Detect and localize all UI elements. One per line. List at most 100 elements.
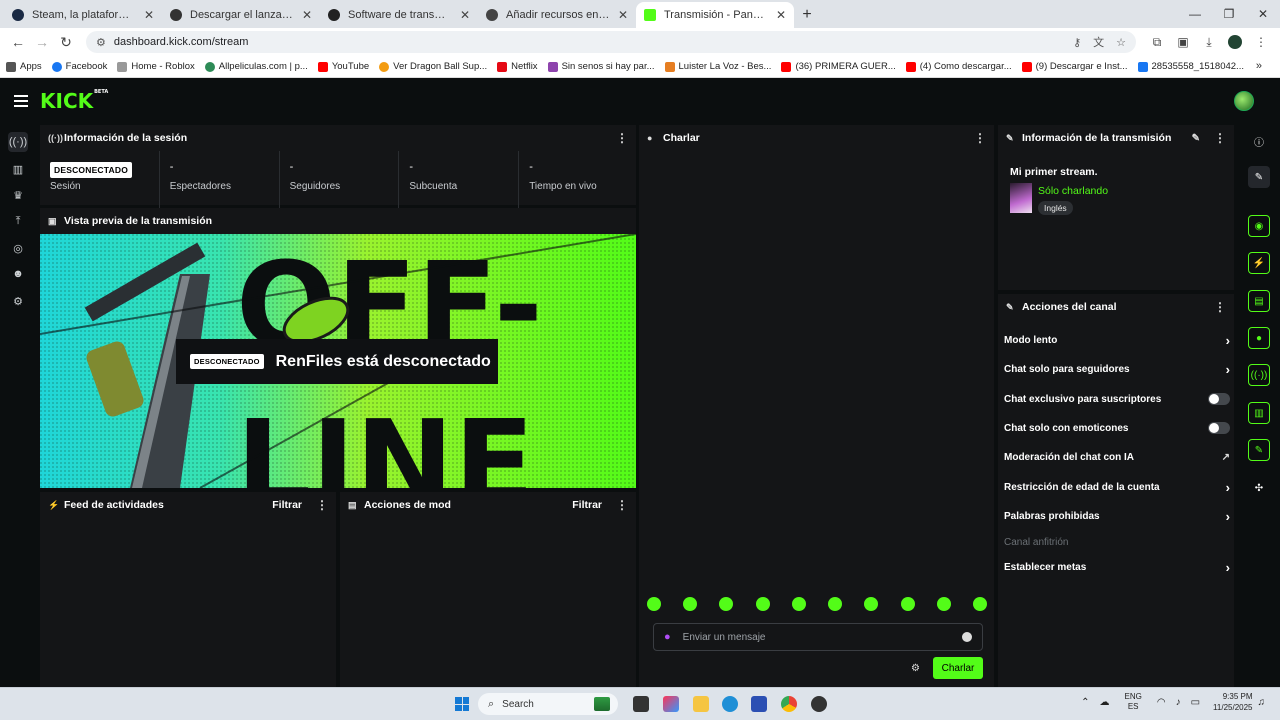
- target-icon[interactable]: ◉: [1248, 215, 1270, 237]
- action-banned-words[interactable]: Palabras prohibidas ›: [1004, 506, 1230, 526]
- bookmark[interactable]: Sin senos si hay par...: [547, 61, 655, 72]
- restore-icon[interactable]: ❐: [1212, 0, 1246, 28]
- settings-icon[interactable]: ⚙: [8, 291, 28, 311]
- filter-button[interactable]: Filtrar: [272, 499, 302, 511]
- action-ai-moderation[interactable]: Moderación del chat con IA ↗: [1004, 447, 1230, 467]
- password-key-icon[interactable]: ⚷: [1073, 36, 1081, 49]
- wifi-icon[interactable]: ◠: [1157, 697, 1166, 708]
- windows-start-icon[interactable]: [455, 697, 469, 711]
- kebab-menu-icon[interactable]: ⋮: [1214, 131, 1226, 145]
- emote-icon[interactable]: [647, 597, 661, 611]
- browser-menu-icon[interactable]: ⋮: [1248, 35, 1274, 49]
- send-chat-button[interactable]: Charlar: [933, 657, 983, 679]
- translate-icon[interactable]: 文: [1093, 34, 1104, 50]
- close-tab-icon[interactable]: ✕: [776, 8, 786, 22]
- kebab-menu-icon[interactable]: ⋮: [616, 498, 628, 512]
- emote-icon[interactable]: [828, 597, 843, 611]
- forward-icon[interactable]: →: [30, 30, 54, 54]
- edit-pencil-icon[interactable]: ✎: [1192, 133, 1200, 144]
- action-followers-only[interactable]: Chat solo para seguidores ›: [1004, 359, 1230, 379]
- emotes-only-toggle[interactable]: [1208, 422, 1230, 434]
- browser-tab-active[interactable]: Transmisión - Panel de control d ✕: [636, 2, 794, 28]
- action-set-goals[interactable]: Establecer metas ›: [1004, 557, 1230, 577]
- back-icon[interactable]: ←: [6, 30, 30, 54]
- kebab-menu-icon[interactable]: ⋮: [316, 498, 328, 512]
- upload-icon[interactable]: ⤒: [8, 211, 28, 231]
- emote-icon[interactable]: [936, 597, 951, 611]
- close-tab-icon[interactable]: ✕: [144, 8, 154, 22]
- browser-tab[interactable]: Descargar el lanzador de Epic G ✕: [162, 2, 320, 28]
- browser-tab[interactable]: Añadir recursos en OBS ✕: [478, 2, 636, 28]
- file-explorer-icon[interactable]: [693, 696, 709, 712]
- edit-icon[interactable]: ✎: [1248, 166, 1270, 188]
- bookmark[interactable]: (36) PRIMERA GUER...: [781, 61, 896, 72]
- browser-tab[interactable]: Software de transmisión abierta ✕: [320, 2, 478, 28]
- lightning-icon[interactable]: ⚡: [1248, 252, 1270, 274]
- stream-broadcast-icon[interactable]: ((·)): [8, 132, 28, 152]
- bookmark[interactable]: Facebook: [51, 61, 107, 72]
- stream-category[interactable]: Sólo charlando: [1038, 185, 1108, 197]
- site-info-icon[interactable]: ⚙: [96, 36, 106, 49]
- bookmark[interactable]: Home - Roblox: [117, 61, 195, 72]
- browser-tab[interactable]: Steam, la plataforma de juegos ✕: [4, 2, 162, 28]
- close-tab-icon[interactable]: ✕: [460, 8, 470, 22]
- taskbar-search[interactable]: ⌕ Search: [478, 693, 618, 715]
- notifications-icon[interactable]: ♫: [1258, 697, 1266, 708]
- emote-icon[interactable]: [864, 597, 879, 611]
- user-avatar[interactable]: [1234, 91, 1254, 111]
- emote-icon[interactable]: [972, 597, 987, 611]
- camera-icon[interactable]: ◎: [8, 238, 28, 258]
- emote-icon[interactable]: [683, 597, 698, 611]
- reload-icon[interactable]: ↻: [54, 30, 78, 54]
- bookmark[interactable]: (4) Como descargar...: [905, 61, 1012, 72]
- wrench-icon[interactable]: ✎: [1248, 439, 1270, 461]
- store-icon[interactable]: [751, 696, 767, 712]
- bookmark[interactable]: Allpeliculas.com | p...: [204, 61, 308, 72]
- kebab-menu-icon[interactable]: ⋮: [616, 131, 628, 145]
- bookmark[interactable]: Luister La Voz - Bes...: [664, 61, 771, 72]
- copilot-icon[interactable]: [663, 696, 679, 712]
- broadcast-icon[interactable]: ((·)): [1248, 364, 1270, 386]
- extensions-icon[interactable]: ⧉: [1144, 35, 1170, 50]
- language-indicator[interactable]: ENG ES: [1125, 692, 1142, 712]
- menu-icon[interactable]: [14, 95, 28, 107]
- profile-avatar[interactable]: [1228, 35, 1242, 49]
- community-icon[interactable]: ☻: [8, 264, 28, 284]
- close-window-icon[interactable]: ✕: [1246, 0, 1280, 28]
- bookmark[interactable]: (9) Descargar e Inst...: [1021, 61, 1128, 72]
- subscribers-only-toggle[interactable]: [1208, 393, 1230, 405]
- new-tab-button[interactable]: +: [794, 2, 820, 28]
- task-view-icon[interactable]: [633, 696, 649, 712]
- download-icon[interactable]: ⤓: [1196, 35, 1222, 50]
- emote-icon[interactable]: [791, 597, 806, 611]
- emote-icon[interactable]: [900, 597, 915, 611]
- bookmark[interactable]: Ver Dragon Ball Sup...: [379, 61, 487, 72]
- shield-icon[interactable]: ▥: [1248, 402, 1270, 424]
- kick-logo[interactable]: KICKBETA: [40, 89, 108, 113]
- trophy-icon[interactable]: ♛: [8, 185, 28, 205]
- close-tab-icon[interactable]: ✕: [302, 8, 312, 22]
- chat-bubble-icon[interactable]: ●: [1248, 327, 1270, 349]
- emoji-icon[interactable]: [962, 632, 972, 642]
- bookmark[interactable]: 28535558_1518042...: [1137, 61, 1244, 72]
- analytics-icon[interactable]: ▥: [8, 159, 28, 179]
- bookmark[interactable]: YouTube: [317, 61, 369, 72]
- bookmark-apps[interactable]: Apps: [6, 61, 42, 72]
- chat-input[interactable]: ● Enviar un mensaje: [653, 623, 983, 651]
- show-hidden-icons[interactable]: ⌃: [1081, 697, 1089, 708]
- side-panel-icon[interactable]: ▣: [1170, 35, 1196, 49]
- address-bar[interactable]: ⚙ dashboard.kick.com/stream ⚷ 文 ☆: [86, 31, 1136, 53]
- emote-icon[interactable]: [755, 597, 770, 611]
- filter-button[interactable]: Filtrar: [572, 499, 602, 511]
- obs-icon[interactable]: [811, 696, 827, 712]
- chrome-icon[interactable]: [781, 696, 797, 712]
- widgets-icon[interactable]: ✣: [1248, 477, 1270, 499]
- action-age-restriction[interactable]: Restricción de edad de la cuenta ›: [1004, 477, 1230, 497]
- kebab-menu-icon[interactable]: ⋮: [974, 131, 986, 145]
- chat-settings-icon[interactable]: ⚙: [911, 663, 920, 674]
- kebab-menu-icon[interactable]: ⋮: [1214, 300, 1226, 314]
- document-icon[interactable]: ▤: [1248, 290, 1270, 312]
- minimize-icon[interactable]: —: [1178, 0, 1212, 28]
- info-icon[interactable]: ⓘ: [1248, 130, 1270, 152]
- action-slow-mode[interactable]: Modo lento ›: [1004, 330, 1230, 350]
